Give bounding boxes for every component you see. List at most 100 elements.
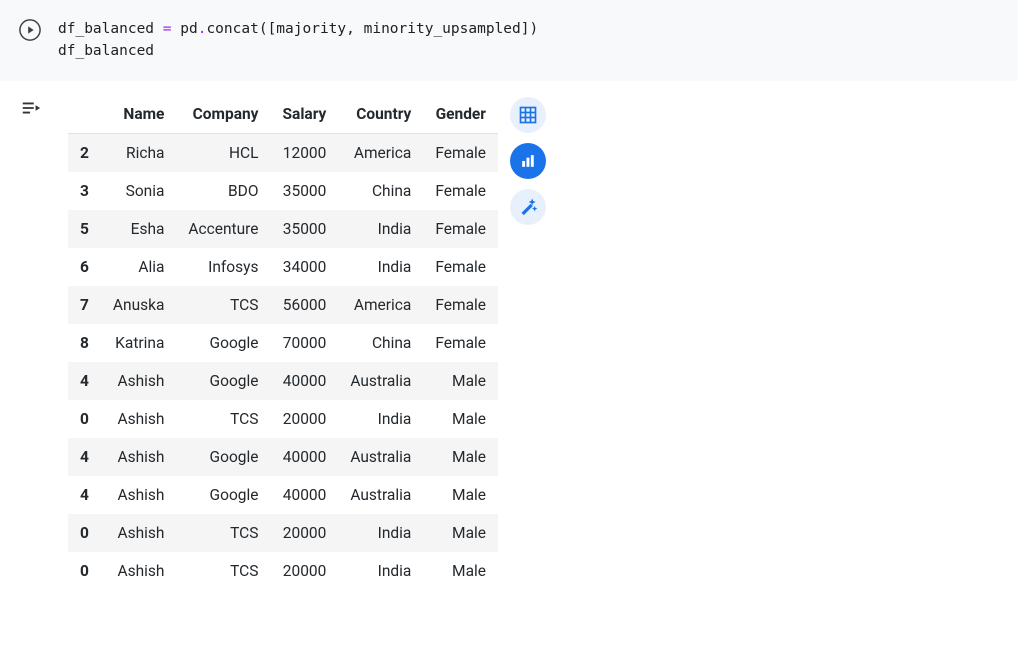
table-header-cell[interactable]: Country [338, 95, 423, 134]
table-cell: Google [176, 438, 270, 476]
table-cell: Anuska [101, 286, 177, 324]
table-cell: Esha [101, 210, 177, 248]
table-cell: Ashish [101, 514, 177, 552]
notebook-cell: df_balanced = pd.concat([majority, minor… [0, 0, 1018, 590]
table-cell: Ashish [101, 400, 177, 438]
table-cell: Male [423, 476, 498, 514]
table-cell: Australia [338, 476, 423, 514]
code-token: df_balanced [58, 21, 163, 37]
grid-icon [518, 105, 538, 125]
table-cell: Female [423, 172, 498, 210]
table-cell: India [338, 552, 423, 590]
code-editor[interactable]: df_balanced = pd.concat([majority, minor… [58, 8, 538, 73]
code-token: ) [529, 21, 538, 37]
run-cell-button[interactable] [14, 14, 46, 46]
table-row: 0AshishTCS20000IndiaMale [68, 400, 498, 438]
table-row: 4AshishGoogle40000AustraliaMale [68, 438, 498, 476]
table-cell: Ashish [101, 438, 177, 476]
table-row: 3SoniaBDO35000ChinaFemale [68, 172, 498, 210]
table-cell: Alia [101, 248, 177, 286]
table-cell: 40000 [270, 438, 338, 476]
table-cell: TCS [176, 286, 270, 324]
table-cell: 35000 [270, 210, 338, 248]
row-index: 8 [68, 324, 101, 362]
code-token: concat [206, 21, 258, 37]
table-row: 0AshishTCS20000IndiaMale [68, 514, 498, 552]
table-header-cell[interactable]: Salary [270, 95, 338, 134]
table-cell: Google [176, 476, 270, 514]
table-cell: Male [423, 514, 498, 552]
table-cell: Australia [338, 438, 423, 476]
table-cell: Male [423, 552, 498, 590]
dataframe-output: NameCompanySalaryCountryGender 2RichaHCL… [68, 95, 498, 590]
code-token: = [163, 21, 172, 37]
table-cell: 20000 [270, 400, 338, 438]
table-cell: India [338, 248, 423, 286]
output-collapse-button[interactable] [8, 95, 54, 119]
table-cell: 70000 [270, 324, 338, 362]
table-cell: Richa [101, 133, 177, 172]
table-cell: Female [423, 133, 498, 172]
table-cell: 34000 [270, 248, 338, 286]
table-cell: 40000 [270, 476, 338, 514]
table-cell: Female [423, 324, 498, 362]
output-actions [510, 95, 546, 225]
code-token: [ [268, 21, 277, 37]
row-index: 0 [68, 400, 101, 438]
table-row: 8KatrinaGoogle70000ChinaFemale [68, 324, 498, 362]
table-corner [68, 95, 101, 134]
row-index: 0 [68, 514, 101, 552]
table-cell: Google [176, 324, 270, 362]
table-cell: Ashish [101, 552, 177, 590]
quick-chart-button[interactable] [510, 143, 546, 179]
row-index: 4 [68, 362, 101, 400]
table-cell: 35000 [270, 172, 338, 210]
table-cell: Google [176, 362, 270, 400]
code-token: majority [276, 21, 346, 37]
row-index: 4 [68, 476, 101, 514]
table-header-cell[interactable]: Gender [423, 95, 498, 134]
table-row: 0AshishTCS20000IndiaMale [68, 552, 498, 590]
cell-input-area: df_balanced = pd.concat([majority, minor… [0, 0, 1018, 81]
table-header-cell[interactable]: Name [101, 95, 177, 134]
suggest-charts-button[interactable] [510, 189, 546, 225]
table-cell: Sonia [101, 172, 177, 210]
table-row: 7AnuskaTCS56000AmericaFemale [68, 286, 498, 324]
table-row: 6AliaInfosys34000IndiaFemale [68, 248, 498, 286]
table-cell: BDO [176, 172, 270, 210]
table-cell: Ashish [101, 362, 177, 400]
dataframe-table: NameCompanySalaryCountryGender 2RichaHCL… [68, 95, 498, 590]
table-cell: America [338, 133, 423, 172]
cell-output-area: NameCompanySalaryCountryGender 2RichaHCL… [0, 81, 1018, 590]
code-token: , [346, 21, 363, 37]
table-cell: China [338, 172, 423, 210]
row-index: 3 [68, 172, 101, 210]
table-cell: India [338, 400, 423, 438]
output-body: NameCompanySalaryCountryGender 2RichaHCL… [54, 95, 546, 590]
row-index: 5 [68, 210, 101, 248]
play-icon [19, 19, 41, 41]
table-cell: America [338, 286, 423, 324]
table-cell: Male [423, 438, 498, 476]
table-cell: 20000 [270, 514, 338, 552]
interactive-table-button[interactable] [510, 97, 546, 133]
table-row: 2RichaHCL12000AmericaFemale [68, 133, 498, 172]
table-cell: 40000 [270, 362, 338, 400]
table-cell: HCL [176, 133, 270, 172]
table-cell: Female [423, 248, 498, 286]
row-index: 0 [68, 552, 101, 590]
row-index: 7 [68, 286, 101, 324]
table-cell: TCS [176, 552, 270, 590]
table-header-row: NameCompanySalaryCountryGender [68, 95, 498, 134]
table-cell: Accenture [176, 210, 270, 248]
table-cell: Male [423, 400, 498, 438]
table-header-cell[interactable]: Company [176, 95, 270, 134]
table-cell: Female [423, 286, 498, 324]
table-cell: Ashish [101, 476, 177, 514]
table-row: 5EshaAccenture35000IndiaFemale [68, 210, 498, 248]
table-cell: Male [423, 362, 498, 400]
table-cell: Female [423, 210, 498, 248]
table-cell: India [338, 514, 423, 552]
row-index: 2 [68, 133, 101, 172]
table-cell: India [338, 210, 423, 248]
